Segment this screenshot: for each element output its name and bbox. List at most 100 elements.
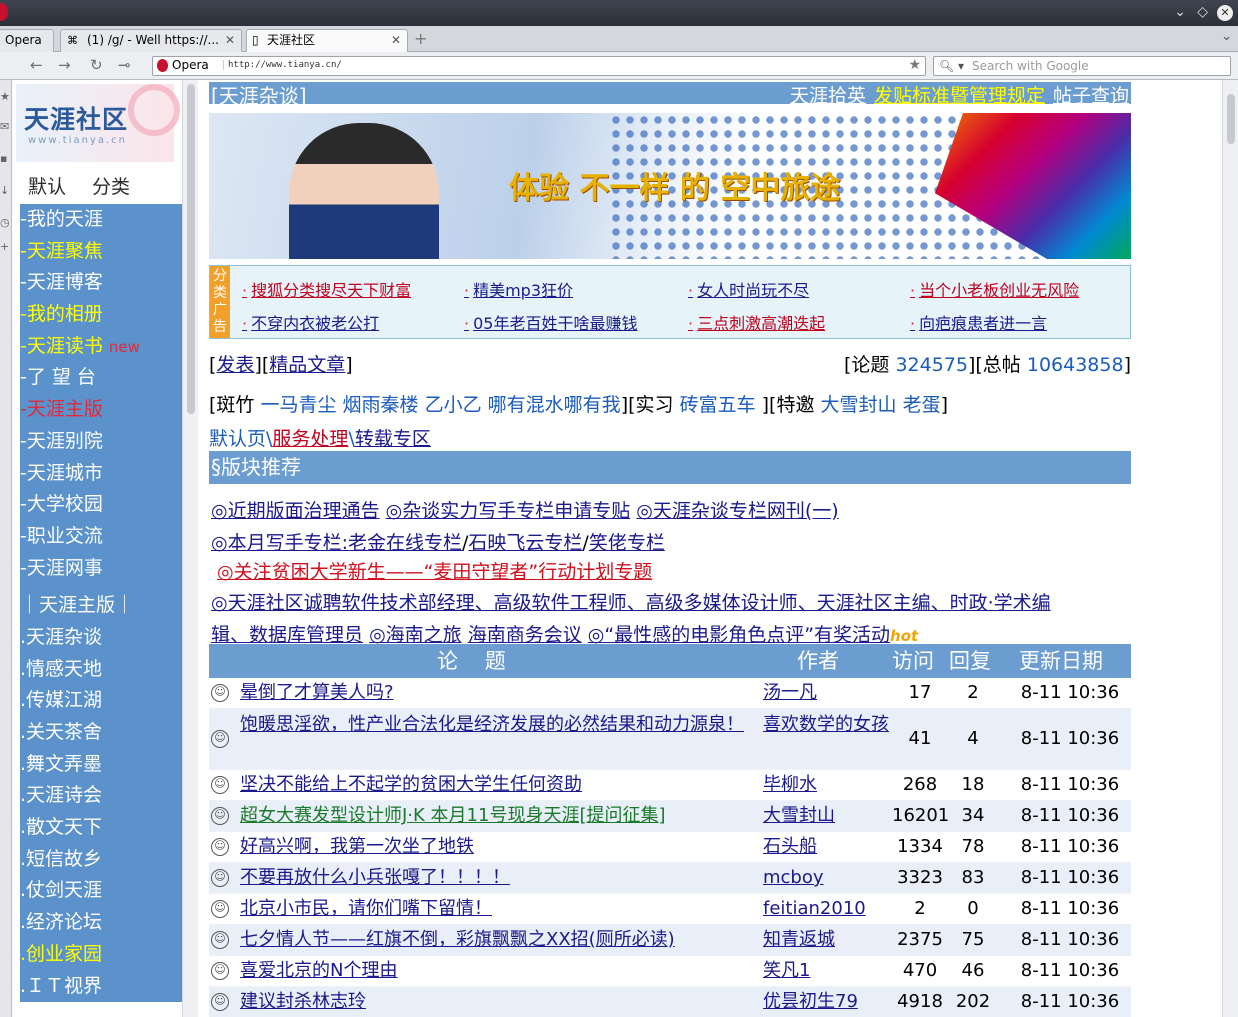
back-icon[interactable]: ← (30, 56, 43, 74)
author-link[interactable]: 笑凡1 (763, 957, 889, 985)
nav-item[interactable]: -职业交流 (20, 521, 182, 553)
nav-item[interactable]: -了 望 台 (20, 362, 182, 394)
bookmark-star-icon[interactable]: ★ (908, 57, 921, 73)
author-link[interactable]: 大雪封山 (763, 802, 889, 830)
wand-icon[interactable]: ⊸ (118, 56, 131, 74)
rec-link[interactable]: 石映飞云专栏 (468, 532, 582, 554)
forward-icon[interactable]: → (58, 56, 71, 74)
nav-item[interactable]: -天涯聚焦 (20, 236, 182, 268)
topic-link[interactable]: 建议封杀林志玲 (240, 988, 746, 1016)
author-link[interactable]: feitian2010 (763, 895, 889, 923)
tab-opera[interactable]: Opera (0, 29, 54, 52)
ad-link[interactable]: 向疤痕患者进一言 (910, 310, 1047, 334)
scroll-thumb[interactable] (187, 84, 195, 414)
address-bar[interactable]: Opera http://www.tianya.cn/ ★ (152, 56, 926, 76)
nav-item[interactable]: .短信故乡 (20, 844, 182, 876)
nav-item[interactable]: .天涯诗会 (20, 780, 182, 812)
bookmarks-icon[interactable]: ★ (0, 90, 10, 103)
opera-menu-icon[interactable] (0, 3, 8, 21)
menu-head[interactable]: 默认 分类 (28, 172, 130, 199)
moderator-link[interactable]: 乙小乙 (425, 394, 482, 416)
restore-icon[interactable]: ◇ (1197, 4, 1208, 20)
nav-item[interactable]: .经济论坛 (20, 907, 182, 939)
guest-link[interactable]: 老蛋 (903, 394, 941, 416)
ad-link[interactable]: 搜狐分类搜尽天下财富 (242, 277, 411, 301)
ad-banner-image[interactable]: 体验 不一样 的 空中旅途 (209, 113, 1131, 259)
nav-item[interactable]: .传媒江湖 (20, 685, 182, 717)
ad-link[interactable]: 05年老百姓干啥最赚钱 (464, 310, 637, 334)
ad-link[interactable]: 不穿内衣被老公打 (242, 310, 379, 334)
tab-close-icon[interactable]: ✕ (225, 30, 235, 51)
topic-link[interactable]: 超女大赛发型设计师J·K 本月11号现身天涯[提问征集] (240, 802, 746, 830)
topic-link[interactable]: 北京小市民，请你们嘴下留情！ (240, 895, 746, 923)
ad-link[interactable]: 精美mp3狂价 (464, 277, 573, 301)
crumb-service-link[interactable]: 服务处理 (272, 428, 348, 450)
add-panel-icon[interactable]: + (0, 240, 9, 253)
nav-item[interactable]: .仗剑天涯 (20, 875, 182, 907)
topic-link[interactable]: 饱暖思淫欲，性产业合法化是经济发展的必然结果和动力源泉！ (240, 711, 746, 739)
nav-item[interactable]: .创业家园 (20, 939, 182, 971)
post-new-link[interactable]: 发表 (216, 354, 254, 376)
topic-link[interactable]: 七夕情人节——红旗不倒，彩旗飘飘之XX招(厕所必读) (240, 926, 746, 954)
left-frame-scrollbar[interactable] (182, 80, 198, 1017)
nav-item[interactable]: -天涯网事 (20, 553, 182, 585)
crumb-repost-link[interactable]: 转载专区 (355, 428, 431, 450)
author-link[interactable]: 石头船 (763, 833, 889, 861)
moderator-link[interactable]: 一马青尘 (260, 394, 336, 416)
topic-link[interactable]: 坚决不能给上不起学的贫困大学生任何资助 (240, 771, 746, 799)
rec-link[interactable]: ◎本月写手专栏:老金在线专栏 (211, 532, 462, 554)
tianya-logo[interactable]: 天涯社区 www.tianya.cn (16, 84, 180, 162)
elite-articles-link[interactable]: 精品文章 (269, 354, 345, 376)
rec-link[interactable]: 海南商务会议 (468, 624, 582, 646)
notes-icon[interactable]: ▪ (0, 152, 7, 165)
search-field[interactable]: 🔍︎ ▾ Search with Google (933, 56, 1231, 76)
history-icon[interactable]: ◷ (0, 216, 10, 229)
author-link[interactable]: 知青返城 (763, 926, 889, 954)
mail-icon[interactable]: ✉ (0, 120, 9, 133)
nav-item[interactable]: .ＩＴ视界 (20, 971, 182, 1003)
rec-link[interactable]: ◎天涯社区诚聘软件技术部经理、高级软件工程师、高级多媒体设计师、天涯社区主编、时… (211, 592, 1051, 614)
reload-icon[interactable]: ↻ (90, 56, 103, 74)
url-text[interactable]: http://www.tianya.cn/ (223, 60, 342, 70)
nav-item[interactable]: .关天茶舍 (20, 717, 182, 749)
close-window-icon[interactable]: ✕ (1217, 5, 1233, 21)
tab-4chan[interactable]: ⌘ (1) /g/ - Well https://... ✕ (60, 29, 242, 52)
nav-item[interactable]: -天涯博客 (20, 267, 182, 299)
nav-item[interactable]: -我的相册 (20, 299, 182, 331)
nav-item[interactable]: .天涯杂谈 (20, 622, 182, 654)
intern-link[interactable]: 砖富五车 (680, 394, 756, 416)
rec-link[interactable]: ◎杂谈实力写手专栏申请专贴 (386, 500, 631, 522)
rec-link[interactable]: ◎关注贫困大学新生——“麦田守望者”行动计划专题 (217, 561, 652, 583)
rec-link[interactable]: ◎天涯杂谈专栏网刊(一) (636, 500, 838, 522)
topic-link[interactable]: 不要再放什么小兵张嘎了！！！！ (240, 864, 746, 892)
tab-tianya[interactable]: ▯ 天涯社区 ✕ (246, 29, 408, 52)
author-link[interactable]: 喜欢数学的女孩 (763, 711, 889, 739)
posting-rules-link[interactable]: 发贴标准暨管理规定 (874, 85, 1045, 107)
topic-link[interactable]: 好高兴啊，我第一次坐了地铁 (240, 833, 746, 861)
ad-link[interactable]: 女人时尚玩不尽 (688, 277, 809, 301)
rec-link[interactable]: ◎“最性感的电影角色点评”有奖活动 (588, 624, 890, 646)
author-link[interactable]: 汤一凡 (763, 679, 889, 707)
rec-link[interactable]: 笑佬专栏 (589, 532, 665, 554)
author-link[interactable]: 优昙初生79 (763, 988, 889, 1016)
nav-item[interactable]: .舞文弄墨 (20, 749, 182, 781)
guest-link[interactable]: 大雪封山 (821, 394, 897, 416)
nav-item[interactable]: -我的天涯 (20, 204, 182, 236)
nav-item[interactable]: .情感天地 (20, 654, 182, 686)
rec-link[interactable]: ◎近期版面治理通告 (211, 500, 380, 522)
new-tab-icon[interactable]: + (414, 29, 427, 48)
author-link[interactable]: mcboy (763, 864, 889, 892)
nav-item[interactable]: -天涯别院 (20, 426, 182, 458)
author-link[interactable]: 毕柳水 (763, 771, 889, 799)
nav-item[interactable]: .散文天下 (20, 812, 182, 844)
post-search-link[interactable]: 帖子查询 (1053, 85, 1129, 107)
moderator-link[interactable]: 哪有混水哪有我 (488, 394, 621, 416)
tab-close-icon[interactable]: ✕ (391, 30, 401, 51)
rec-link[interactable]: 辑、数据库管理员 (211, 624, 363, 646)
scroll-thumb[interactable] (1227, 94, 1235, 144)
nav-item[interactable]: -大学校园 (20, 489, 182, 521)
transfers-icon[interactable]: ↓ (0, 184, 9, 197)
highlights-link[interactable]: 天涯拾英 (790, 85, 866, 107)
rec-link[interactable]: ◎海南之旅 (369, 624, 462, 646)
topic-link[interactable]: 晕倒了才算美人吗? (240, 679, 746, 707)
